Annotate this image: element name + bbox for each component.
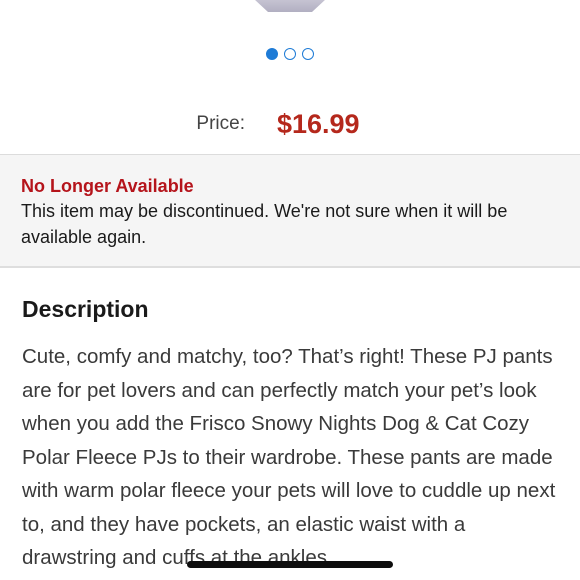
price-label: Price:	[196, 113, 245, 134]
description-heading: Description	[22, 296, 149, 322]
availability-message: This item may be discontinued. We're not…	[21, 201, 508, 247]
carousel-dot-3[interactable]	[302, 48, 314, 60]
availability-banner: No Longer Available This item may be dis…	[0, 154, 580, 268]
product-image-fragment	[240, 0, 340, 12]
carousel-dot-1[interactable]	[266, 48, 278, 60]
home-indicator[interactable]	[187, 561, 393, 568]
availability-title: No Longer Available	[21, 176, 194, 196]
description-body: Cute, comfy and matchy, too? That’s righ…	[22, 345, 556, 569]
image-carousel-dots	[0, 48, 580, 60]
price-value: $16.99	[276, 108, 360, 139]
carousel-dot-2[interactable]	[284, 48, 296, 60]
product-detail-page: Price: $16.99 No Longer Available This i…	[0, 0, 580, 580]
price-row: Price: $16.99	[0, 104, 580, 144]
product-image[interactable]	[180, 0, 400, 18]
